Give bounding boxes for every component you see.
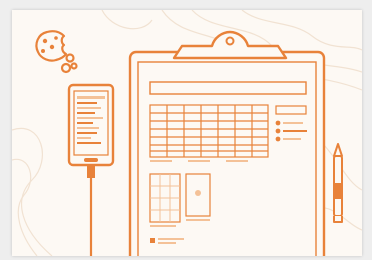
illustration-card bbox=[12, 10, 362, 256]
clipboard-icon bbox=[128, 30, 326, 256]
form-images bbox=[149, 173, 211, 227]
cookie-icon bbox=[35, 30, 78, 74]
image-frame bbox=[0, 0, 372, 260]
illustration bbox=[12, 10, 362, 256]
pen-icon bbox=[333, 143, 343, 223]
phone-icon bbox=[67, 83, 115, 256]
